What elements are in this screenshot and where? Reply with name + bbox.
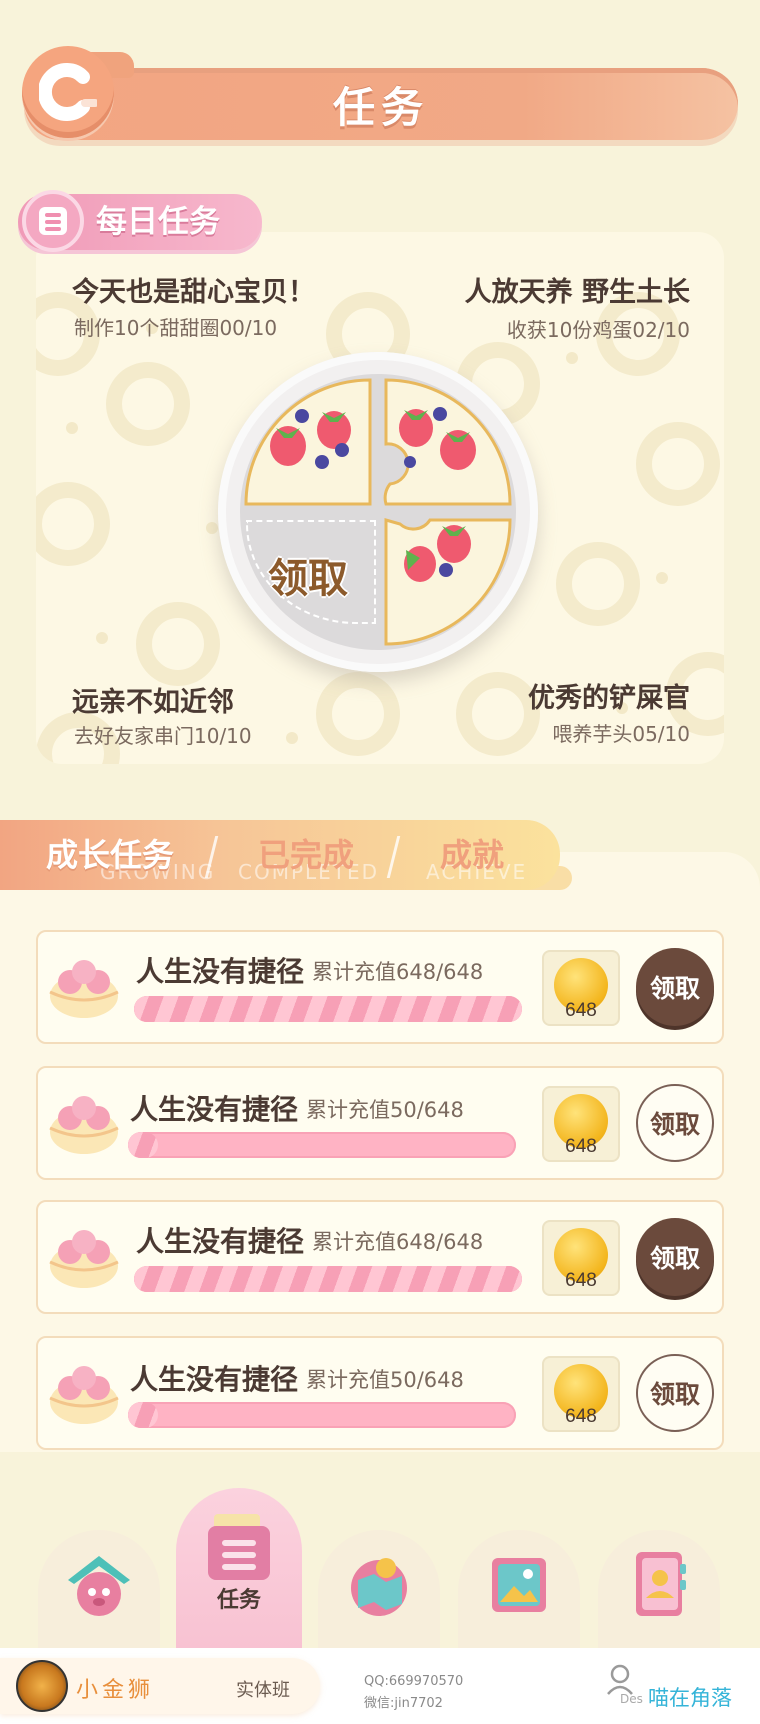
growth-task-row: 人生没有捷径 累计充值50/648 648 领取 (36, 1336, 724, 1450)
claim-button[interactable]: 领取 (636, 1084, 714, 1162)
footer-brand: 小金狮 (76, 1678, 155, 1703)
contacts-icon (636, 1552, 686, 1616)
nav-task[interactable] (176, 1488, 302, 1650)
reward-amount: 648 (565, 1000, 597, 1021)
task-progress-text: 累计充值50/648 (306, 1098, 464, 1122)
task-progress-fill (128, 1402, 158, 1428)
task-progress-bar (134, 1266, 522, 1292)
daily-task-title: 每日任务 (96, 204, 220, 240)
task-icon (208, 1514, 270, 1580)
daily-task-progress-4: 喂养芋头05/10 (552, 722, 690, 746)
macaron-bowl-icon (49, 960, 119, 1018)
cake-slices (244, 378, 512, 646)
footer-class: 实体班 (236, 1680, 290, 1701)
macaron-bowl-icon (49, 1366, 119, 1424)
growth-task-row: 人生没有捷径 累计充值648/648 648 领取 (36, 930, 724, 1044)
tab-growing[interactable]: 成长任务 (46, 832, 174, 878)
daily-task-progress-2: 收获10份鸡蛋02/10 (506, 318, 690, 342)
reward-coin: 648 (542, 1356, 620, 1432)
macaron-bowl-icon (49, 1230, 119, 1288)
task-progress-text: 累计充值648/648 (312, 960, 484, 984)
reward-amount: 648 (565, 1406, 597, 1427)
footer-author: 喵在角落 (648, 1686, 732, 1710)
task-progress-bar (128, 1402, 516, 1428)
task-progress-text: 累计充值50/648 (306, 1368, 464, 1392)
reward-amount: 648 (565, 1136, 597, 1157)
nav-task-label: 任务 (216, 1588, 261, 1613)
footer-qq: QQ:669970570 (364, 1674, 464, 1689)
daily-task-title-3: 远亲不如近邻 (72, 687, 234, 718)
daily-task-title-4: 优秀的铲屎官 (528, 683, 690, 714)
nav-map[interactable] (318, 1530, 440, 1650)
nav-contacts[interactable] (598, 1530, 720, 1650)
footer-des: Des (620, 1692, 643, 1706)
daily-task-progress-1: 制作10个甜甜圈00/10 (74, 316, 278, 340)
task-name: 人生没有捷径 (130, 1093, 299, 1126)
macaron-bowl-icon (49, 1096, 119, 1154)
task-progress-text: 累计充值648/648 (312, 1230, 484, 1254)
task-progress-fill (128, 1132, 158, 1158)
task-progress-fill (134, 1266, 522, 1292)
album-icon (492, 1558, 546, 1612)
nav-album[interactable] (458, 1530, 580, 1650)
daily-task-title-1: 今天也是甜心宝贝！ (72, 277, 315, 308)
reward-coin: 648 (542, 1220, 620, 1296)
lion-avatar (16, 1660, 68, 1712)
task-progress-bar (134, 996, 522, 1022)
daily-claim-label: 领取 (268, 556, 348, 602)
growth-task-row: 人生没有捷径 累计充值648/648 648 领取 (36, 1200, 724, 1314)
daily-task-progress-3: 去好友家串门10/10 (74, 724, 252, 748)
task-name: 人生没有捷径 (136, 1225, 305, 1258)
task-progress-bar (128, 1132, 516, 1158)
daily-task-title-2: 人放天养 野生土长 (464, 277, 690, 308)
claim-button[interactable]: 领取 (636, 1218, 714, 1296)
task-name: 人生没有捷径 (136, 955, 305, 988)
task-name: 人生没有捷径 (130, 1363, 299, 1396)
reward-amount: 648 (565, 1270, 597, 1291)
tab-achieve[interactable]: 成就 (440, 832, 504, 878)
list-icon (22, 190, 84, 252)
nav-home[interactable] (38, 1530, 160, 1650)
map-icon (351, 1558, 407, 1616)
reward-coin: 648 (542, 1086, 620, 1162)
home-icon (68, 1556, 130, 1616)
claim-button[interactable]: 领取 (636, 948, 714, 1026)
task-progress-fill (134, 996, 522, 1022)
page-title: 任务 (332, 82, 429, 132)
growth-task-row: 人生没有捷径 累计充值50/648 648 领取 (36, 1066, 724, 1180)
claim-button[interactable]: 领取 (636, 1354, 714, 1432)
tab-completed[interactable]: 已完成 (258, 832, 354, 878)
reward-coin: 648 (542, 950, 620, 1026)
footer-wechat: 微信:jin7702 (364, 1696, 443, 1711)
